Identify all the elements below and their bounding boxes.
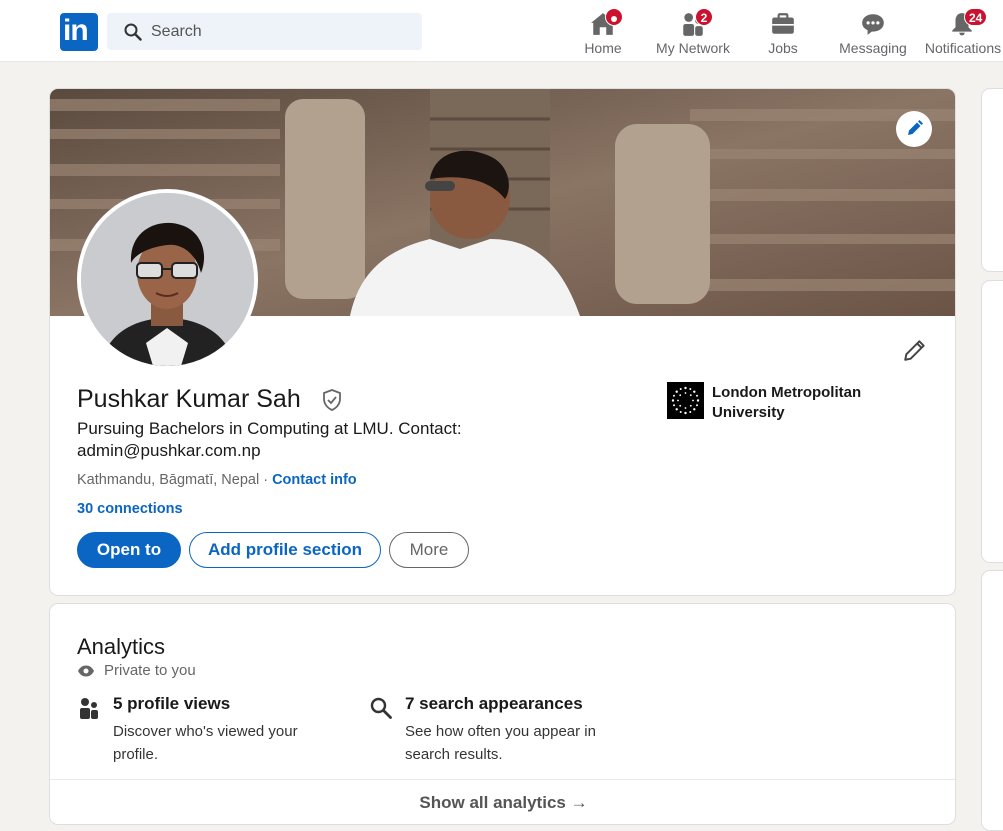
briefcase-icon	[772, 13, 794, 34]
analytics-privacy-note: Private to you	[77, 662, 196, 679]
profile-views-desc: Discover who's viewed your profile.	[113, 723, 298, 763]
more-button[interactable]: More	[389, 532, 469, 568]
top-navigation-bar: in Home 2 My Network Jobs	[0, 0, 1003, 62]
nav-label-messaging: Messaging	[839, 40, 907, 56]
edit-intro-pencil-icon[interactable]	[902, 337, 928, 363]
search-appearances-desc: See how often you appear in search resul…	[405, 723, 596, 763]
profile-avatar[interactable]	[77, 189, 258, 370]
home-notification-dot	[605, 8, 623, 26]
analytics-card: Analytics Private to you 5 profile views…	[49, 603, 956, 825]
nav-item-jobs[interactable]: Jobs	[755, 8, 811, 58]
contact-info-link[interactable]: Contact info	[272, 472, 357, 488]
university-logo-mark	[671, 386, 700, 415]
nav-label-notifications: Notifications	[924, 40, 1002, 56]
right-sidebar-card	[981, 280, 1003, 563]
nav-label-jobs: Jobs	[768, 40, 798, 56]
search-icon	[370, 697, 392, 719]
analytics-title: Analytics	[77, 634, 166, 659]
right-sidebar-card	[981, 570, 1003, 831]
verified-shield-icon[interactable]	[320, 388, 344, 412]
connections-link[interactable]: 30 connections	[77, 501, 183, 517]
edit-banner-button[interactable]	[896, 111, 932, 147]
profile-name: Pushkar Kumar Sah	[77, 385, 301, 413]
search-icon	[124, 23, 142, 41]
pencil-icon	[908, 120, 923, 135]
add-profile-section-button[interactable]: Add profile section	[189, 532, 381, 568]
nav-item-notifications[interactable]: 24 Notifications	[923, 8, 1003, 58]
notifications-badge: 24	[964, 8, 988, 26]
nav-label-home: Home	[584, 40, 622, 56]
profile-card: Pushkar Kumar Sah Pursuing Bachelors in …	[49, 88, 956, 596]
search-input[interactable]	[151, 13, 411, 50]
right-sidebar-card	[981, 88, 1003, 272]
nav-label-my-network: My Network	[656, 40, 730, 56]
location-separator: ·	[259, 472, 273, 488]
people-icon	[80, 698, 98, 719]
linkedin-logo[interactable]: in	[60, 13, 98, 51]
profile-location-line: Kathmandu, Bāgmatī, Nepal · Contact info	[77, 472, 357, 488]
nav-item-messaging[interactable]: Messaging	[836, 8, 910, 58]
university-name[interactable]: London Metropolitan University	[712, 383, 912, 423]
university-logo[interactable]	[667, 382, 704, 419]
avatar-photo	[81, 193, 254, 366]
privacy-text: Private to you	[104, 662, 196, 679]
profile-location: Kathmandu, Bāgmatī, Nepal	[77, 472, 260, 488]
open-to-button[interactable]: Open to	[77, 532, 181, 568]
search-bar[interactable]	[107, 13, 422, 50]
network-badge: 2	[695, 8, 713, 26]
nav-item-my-network[interactable]: 2 My Network	[650, 8, 736, 58]
logo-text: in	[63, 14, 89, 47]
nav-item-home[interactable]: Home	[575, 8, 631, 58]
profile-views-title: 5 profile views	[113, 694, 231, 713]
show-all-analytics-link[interactable]: Show all analytics →	[50, 779, 955, 824]
search-appearances-title: 7 search appearances	[405, 694, 583, 713]
messaging-icon	[862, 14, 884, 35]
profile-headline: Pursuing Bachelors in Computing at LMU. …	[77, 419, 462, 460]
